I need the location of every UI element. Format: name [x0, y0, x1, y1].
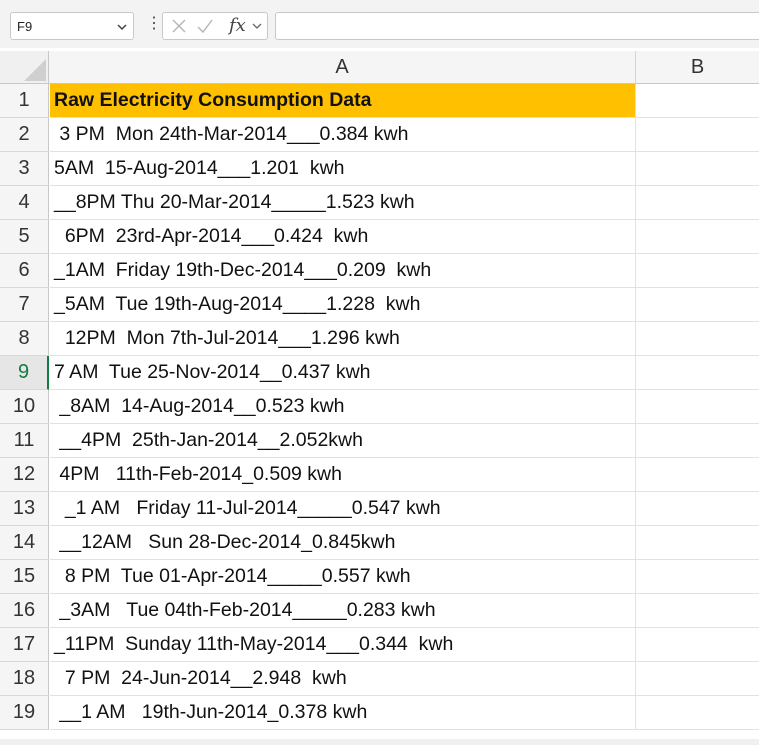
cell-a[interactable]: _5AM Tue 19th-Aug-2014____1.228 kwh: [50, 288, 636, 322]
cell-a[interactable]: __1 AM 19th-Jun-2014_0.378 kwh: [50, 696, 636, 730]
row-header[interactable]: 8: [0, 322, 49, 356]
cell-b[interactable]: [636, 186, 759, 220]
cell-b[interactable]: [636, 288, 759, 322]
cell-a[interactable]: _1 AM Friday 11-Jul-2014_____0.547 kwh: [50, 492, 636, 526]
cell-a[interactable]: 3 PM Mon 24th-Mar-2014___0.384 kwh: [50, 118, 636, 152]
cell-b[interactable]: [636, 696, 759, 730]
table-row: 4 __8PM Thu 20-Mar-2014_____1.523 kwh: [0, 186, 759, 220]
cell-a[interactable]: 12PM Mon 7th-Jul-2014___1.296 kwh: [50, 322, 636, 356]
cell-b[interactable]: [636, 628, 759, 662]
cell-b[interactable]: [636, 560, 759, 594]
cell-a[interactable]: 7 AM Tue 25-Nov-2014__0.437 kwh: [50, 356, 636, 390]
table-row: 7 _5AM Tue 19th-Aug-2014____1.228 kwh: [0, 288, 759, 322]
row-header[interactable]: 14: [0, 526, 49, 560]
cell-b[interactable]: [636, 458, 759, 492]
more-options-icon[interactable]: ⋮: [146, 16, 162, 32]
row-header[interactable]: 15: [0, 560, 49, 594]
cell-b[interactable]: [636, 594, 759, 628]
name-box-value: F9: [17, 19, 33, 34]
row-header[interactable]: 3: [0, 152, 49, 186]
cell-a[interactable]: __8PM Thu 20-Mar-2014_____1.523 kwh: [50, 186, 636, 220]
rows-container: 1 Raw Electricity Consumption Data 2 3 PM …: [0, 84, 759, 730]
table-row: 11 __4PM 25th-Jan-2014__2.052kwh: [0, 424, 759, 458]
table-row: 10 _8AM 14-Aug-2014__0.523 kwh: [0, 390, 759, 424]
chevron-down-icon[interactable]: [116, 21, 128, 33]
cell-a[interactable]: _11PM Sunday 11th-May-2014___0.344 kwh: [50, 628, 636, 662]
table-row: 6 _1AM Friday 19th-Dec-2014___0.209 kwh: [0, 254, 759, 288]
row-header[interactable]: 6: [0, 254, 49, 288]
table-row: 13 _1 AM Friday 11-Jul-2014_____0.547 kw…: [0, 492, 759, 526]
table-row: 5 6PM 23rd-Apr-2014___0.424 kwh: [0, 220, 759, 254]
insert-function-icon[interactable]: fx: [229, 15, 246, 36]
cell-b[interactable]: [636, 220, 759, 254]
cell-b[interactable]: [636, 254, 759, 288]
cell-a[interactable]: _8AM 14-Aug-2014__0.523 kwh: [50, 390, 636, 424]
cell-a[interactable]: 8 PM Tue 01-Apr-2014_____0.557 kwh: [50, 560, 636, 594]
cell-b[interactable]: [636, 662, 759, 696]
cell-a[interactable]: 5AM 15-Aug-2014___1.201 kwh: [50, 152, 636, 186]
table-row: 1 Raw Electricity Consumption Data: [0, 84, 759, 118]
cancel-icon[interactable]: [170, 17, 188, 40]
table-row: 17 _11PM Sunday 11th-May-2014___0.344 kwh: [0, 628, 759, 662]
cell-a[interactable]: _3AM Tue 04th-Feb-2014_____0.283 kwh: [50, 594, 636, 628]
formula-input[interactable]: [275, 12, 759, 40]
row-header[interactable]: 13: [0, 492, 49, 526]
cell-b[interactable]: [636, 492, 759, 526]
table-row: 18 7 PM 24-Jun-2014__2.948 kwh: [0, 662, 759, 696]
cell-a[interactable]: _1AM Friday 19th-Dec-2014___0.209 kwh: [50, 254, 636, 288]
table-row: 16 _3AM Tue 04th-Feb-2014_____0.283 kwh: [0, 594, 759, 628]
row-header[interactable]: 16: [0, 594, 49, 628]
row-header[interactable]: 1: [0, 84, 49, 118]
row-header[interactable]: 9: [0, 356, 49, 390]
formula-bar: F9 ⋮ fx: [0, 0, 759, 48]
name-box[interactable]: F9: [10, 12, 134, 40]
row-header[interactable]: 11: [0, 424, 49, 458]
table-row: 3 5AM 15-Aug-2014___1.201 kwh: [0, 152, 759, 186]
enter-icon[interactable]: [196, 17, 214, 40]
formula-controls: fx: [162, 12, 268, 40]
row-header[interactable]: 4: [0, 186, 49, 220]
cell-b[interactable]: [636, 152, 759, 186]
row-header[interactable]: 10: [0, 390, 49, 424]
table-row: 19 __1 AM 19th-Jun-2014_0.378 kwh: [0, 696, 759, 730]
row-header[interactable]: 18: [0, 662, 49, 696]
select-all-corner[interactable]: [0, 51, 49, 84]
table-row: 15 8 PM Tue 01-Apr-2014_____0.557 kwh: [0, 560, 759, 594]
cell-b[interactable]: [636, 322, 759, 356]
table-row: 12 4PM 11th-Feb-2014_0.509 kwh: [0, 458, 759, 492]
column-header-b[interactable]: B: [636, 51, 759, 84]
row-header[interactable]: 7: [0, 288, 49, 322]
horizontal-scrollbar[interactable]: [0, 739, 759, 745]
cell-b[interactable]: [636, 118, 759, 152]
cell-a[interactable]: 6PM 23rd-Apr-2014___0.424 kwh: [50, 220, 636, 254]
table-row: 14 __12AM Sun 28-Dec-2014_0.845kwh: [0, 526, 759, 560]
cell-b[interactable]: [636, 424, 759, 458]
table-row: 8 12PM Mon 7th-Jul-2014___1.296 kwh: [0, 322, 759, 356]
row-header[interactable]: 17: [0, 628, 49, 662]
cell-b[interactable]: [636, 356, 759, 390]
table-row: 2 3 PM Mon 24th-Mar-2014___0.384 kwh: [0, 118, 759, 152]
cell-a[interactable]: Raw Electricity Consumption Data: [50, 84, 636, 118]
cell-a[interactable]: __4PM 25th-Jan-2014__2.052kwh: [50, 424, 636, 458]
row-header[interactable]: 5: [0, 220, 49, 254]
cell-b[interactable]: [636, 84, 759, 118]
table-row: 97 AM Tue 25-Nov-2014__0.437 kwh: [0, 356, 759, 390]
spreadsheet-grid: A B 1 Raw Electricity Consumption Data 2 3…: [0, 51, 759, 745]
cell-a[interactable]: __12AM Sun 28-Dec-2014_0.845kwh: [50, 526, 636, 560]
cell-b[interactable]: [636, 526, 759, 560]
row-header[interactable]: 2: [0, 118, 49, 152]
cell-a[interactable]: 7 PM 24-Jun-2014__2.948 kwh: [50, 662, 636, 696]
chevron-down-icon[interactable]: [251, 19, 263, 37]
cell-b[interactable]: [636, 390, 759, 424]
cell-a[interactable]: 4PM 11th-Feb-2014_0.509 kwh: [50, 458, 636, 492]
row-header[interactable]: 19: [0, 696, 49, 730]
column-header-a[interactable]: A: [49, 51, 636, 84]
row-header[interactable]: 12: [0, 458, 49, 492]
